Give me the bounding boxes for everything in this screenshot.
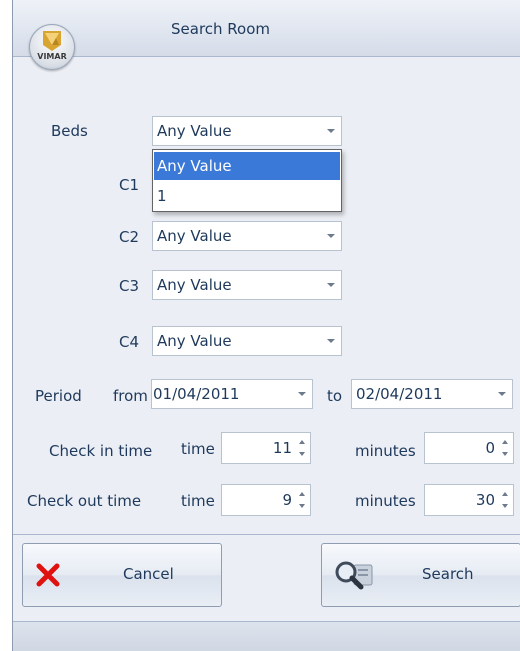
checkin-minutes-stepper[interactable]: 0 [424,432,514,464]
status-bar [13,621,520,651]
beds-dropdown-list: Any Value 1 [152,149,342,212]
checkout-minutes-stepper[interactable]: 30 [424,484,514,516]
checkout-time-label: time [181,492,215,510]
checkout-minutes-label: minutes [355,492,416,510]
chevron-down-icon[interactable] [327,234,335,238]
checkin-minutes-label: minutes [355,442,416,460]
checkin-time-label: time [181,440,215,458]
checkin-time-stepper[interactable]: 11 [221,432,311,464]
search-button[interactable]: Search [321,543,520,607]
to-date-value: 02/04/2011 [356,385,443,403]
c1-label: C1 [119,176,140,194]
search-button-label: Search [422,565,474,583]
from-label: from [113,387,148,405]
from-date-value: 01/04/2011 [153,385,240,403]
cancel-button[interactable]: Cancel [22,543,222,607]
chevron-down-icon[interactable] [298,392,306,396]
red-x-icon [36,563,60,587]
magnifier-icon [335,561,373,590]
chevron-down-icon[interactable] [327,129,335,133]
c4-value: Any Value [157,332,232,350]
window-title: Search Room [171,20,271,38]
spin-up-icon[interactable] [502,492,508,496]
spin-down-icon[interactable] [502,452,508,456]
c4-combo[interactable]: Any Value [152,326,342,356]
chevron-down-icon[interactable] [327,283,335,287]
spin-up-icon[interactable] [502,440,508,444]
checkin-minutes-value: 0 [485,439,495,457]
button-separator [13,534,520,535]
c2-value: Any Value [157,227,232,245]
spin-up-icon[interactable] [299,492,305,496]
c2-label: C2 [119,228,140,246]
to-label: to [327,387,343,405]
chevron-down-icon[interactable] [498,392,506,396]
checkin-label: Check in time [49,442,153,460]
dropdown-option[interactable]: 1 [154,182,340,210]
beds-combo[interactable]: Any Value [152,116,342,146]
checkin-time-value: 11 [272,439,292,457]
spin-down-icon[interactable] [299,504,305,508]
c3-label: C3 [119,277,140,295]
c2-combo[interactable]: Any Value [152,221,342,251]
spin-up-icon[interactable] [299,440,305,444]
vimar-logo-icon[interactable]: VIMAR [29,24,75,70]
beds-label: Beds [51,122,88,140]
search-room-window: Search Room VIMAR Beds Any Value C1 C2 A… [12,0,520,651]
beds-value: Any Value [157,122,232,140]
logo-text: VIMAR [37,52,67,61]
checkout-label: Check out time [27,492,142,510]
spin-down-icon[interactable] [299,452,305,456]
to-date-picker[interactable]: 02/04/2011 [351,379,513,409]
vimar-logo-graphic [43,31,61,51]
checkout-time-value: 9 [282,491,292,509]
checkout-time-stepper[interactable]: 9 [221,484,311,516]
from-date-picker[interactable]: 01/04/2011 [151,379,313,409]
c4-label: C4 [119,333,140,351]
chevron-down-icon[interactable] [327,339,335,343]
spin-down-icon[interactable] [502,504,508,508]
c3-combo[interactable]: Any Value [152,270,342,300]
period-label: Period [35,387,82,405]
title-bar: Search Room [13,0,520,57]
cancel-button-label: Cancel [123,565,174,583]
checkout-minutes-value: 30 [475,491,495,509]
c3-value: Any Value [157,276,232,294]
dropdown-option[interactable]: Any Value [154,152,340,180]
